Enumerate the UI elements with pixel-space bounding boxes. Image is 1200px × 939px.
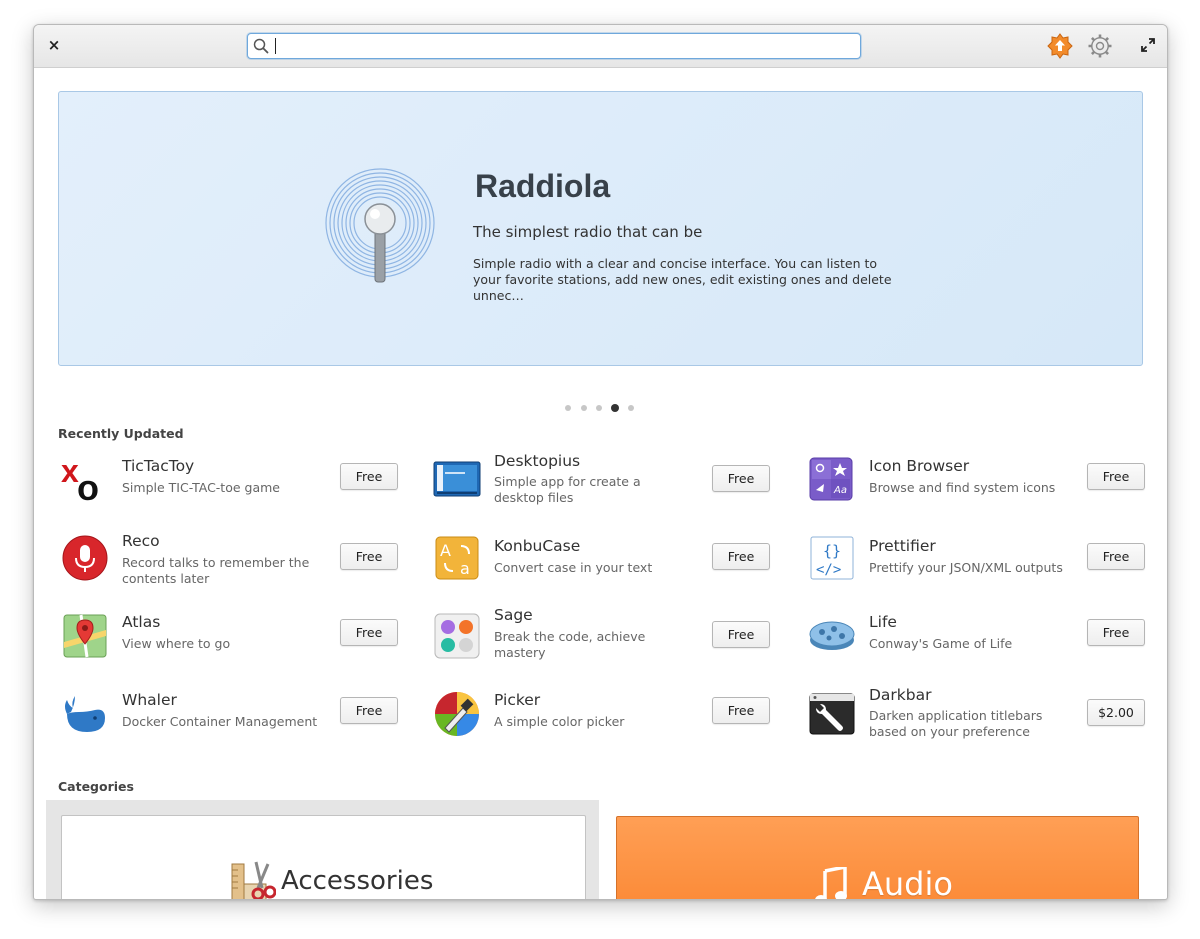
carousel-dot[interactable] <box>596 405 602 411</box>
search-icon <box>253 38 269 54</box>
app-description: Record talks to remember the contents la… <box>122 555 310 586</box>
svg-text:A: A <box>440 541 451 560</box>
app-description: Simple TIC-TAC-toe game <box>122 480 280 495</box>
maximize-icon[interactable] <box>1140 37 1156 53</box>
app-tile-konbucase[interactable]: A a KonbuCase Convert case in your text … <box>433 534 776 594</box>
price-button[interactable]: Free <box>340 619 398 646</box>
price-button[interactable]: $2.00 <box>1087 699 1145 726</box>
app-description: Simple app for create a desktop files <box>494 474 641 505</box>
app-description: Break the code, achieve mastery <box>494 629 646 660</box>
price-button[interactable]: Free <box>340 463 398 490</box>
app-description: View where to go <box>122 636 231 651</box>
darkbar-icon <box>809 693 855 735</box>
recently-updated-heading: Recently Updated <box>58 426 184 441</box>
price-button[interactable]: Free <box>340 697 398 724</box>
category-label: Accessories <box>281 866 434 896</box>
desktopius-icon <box>433 461 481 497</box>
banner-title: Raddiola <box>475 168 611 204</box>
text-cursor <box>275 38 276 54</box>
app-description: Prettify your JSON/XML outputs <box>869 560 1063 575</box>
carousel-dot[interactable] <box>565 405 571 411</box>
price-button[interactable]: Free <box>712 621 770 648</box>
titlebar: × <box>34 25 1167 68</box>
app-description: Conway's Game of Life <box>869 636 1013 651</box>
tictactoy-icon: x o <box>61 456 99 504</box>
price-button[interactable]: Free <box>712 465 770 492</box>
app-tile-tictactoy[interactable]: x o TicTacToy Simple TIC-TAC-toe game Fr… <box>61 456 404 516</box>
app-tile-darkbar[interactable]: Darkbar Darken application titlebars bas… <box>808 686 1151 750</box>
price-button[interactable]: Free <box>712 543 770 570</box>
life-petri-dish-icon <box>809 621 855 650</box>
music-note-icon <box>815 867 847 899</box>
app-name: TicTacToy <box>122 457 195 475</box>
close-button[interactable]: × <box>45 36 63 54</box>
app-description: Darken application titlebars based on yo… <box>869 708 1043 739</box>
search-input[interactable] <box>247 33 861 59</box>
accessories-icon <box>231 861 276 899</box>
app-name: Desktopius <box>494 452 581 470</box>
app-name: Icon Browser <box>869 457 970 475</box>
category-audio[interactable]: Audio <box>616 816 1139 900</box>
app-tile-desktopius[interactable]: Desktopius Simple app for create a deskt… <box>433 452 776 516</box>
svg-text:{}: {} <box>823 542 841 560</box>
carousel-dot-active[interactable] <box>611 404 619 412</box>
color-picker-icon <box>435 692 479 736</box>
app-name: KonbuCase <box>494 537 581 555</box>
svg-text:Aa: Aa <box>833 485 847 496</box>
app-tile-life[interactable]: Life Conway's Game of Life Free <box>808 612 1151 672</box>
app-tile-whaler[interactable]: Whaler Docker Container Management Free <box>61 690 404 750</box>
app-description: Docker Container Management <box>122 714 318 729</box>
category-label: Audio <box>862 865 953 900</box>
icon-browser-icon: Aa <box>809 457 853 501</box>
app-name: Whaler <box>122 691 177 709</box>
sage-icon <box>434 613 480 659</box>
konbucase-icon: A a <box>435 536 479 580</box>
price-button[interactable]: Free <box>1087 543 1145 570</box>
app-name: Life <box>869 613 897 631</box>
app-name: Atlas <box>122 613 161 631</box>
category-accessories[interactable]: Accessories <box>61 815 586 899</box>
price-button[interactable]: Free <box>1087 463 1145 490</box>
svg-text:</>: </> <box>816 562 841 578</box>
settings-gear-icon[interactable] <box>1087 33 1113 59</box>
radio-antenna-icon <box>325 168 435 283</box>
price-button[interactable]: Free <box>1087 619 1145 646</box>
app-tile-reco[interactable]: Reco Record talks to remember the conten… <box>61 532 404 594</box>
categories-heading: Categories <box>58 779 134 794</box>
price-button[interactable]: Free <box>712 697 770 724</box>
app-name: Prettifier <box>869 537 936 555</box>
app-tile-picker[interactable]: Picker A simple color picker Free <box>433 690 776 750</box>
price-button[interactable]: Free <box>340 543 398 570</box>
microphone-icon <box>62 535 108 581</box>
app-name: Picker <box>494 691 541 709</box>
carousel-dot[interactable] <box>628 405 634 411</box>
carousel-dot[interactable] <box>581 405 587 411</box>
banner-description: Simple radio with a clear and concise in… <box>473 256 892 303</box>
banner-subtitle: The simplest radio that can be <box>473 223 703 241</box>
whale-icon <box>65 696 105 732</box>
main-content: Raddiola The simplest radio that can be … <box>34 68 1167 899</box>
updates-icon[interactable] <box>1047 33 1073 59</box>
svg-text:o: o <box>77 467 99 504</box>
app-description: Convert case in your text <box>494 560 653 575</box>
app-description: A simple color picker <box>494 714 625 729</box>
app-tile-icon-browser[interactable]: Aa Icon Browser Browse and find system i… <box>808 456 1151 516</box>
app-tile-prettifier[interactable]: {} </> Prettifier Prettify your JSON/XML… <box>808 534 1151 594</box>
app-name: Reco <box>122 532 160 550</box>
app-name: Darkbar <box>869 686 932 704</box>
app-tile-sage[interactable]: Sage Break the code, achieve mastery Fre… <box>433 606 776 672</box>
app-tile-atlas[interactable]: Atlas View where to go Free <box>61 612 404 672</box>
featured-banner[interactable]: Raddiola The simplest radio that can be … <box>58 91 1143 366</box>
app-center-window: × Raddiola The simplest radio that can b… <box>33 24 1168 900</box>
app-description: Browse and find system icons <box>869 480 1056 495</box>
map-icon <box>63 614 107 658</box>
code-document-icon: {} </> <box>810 536 854 580</box>
svg-text:a: a <box>460 559 470 578</box>
app-name: Sage <box>494 606 533 624</box>
